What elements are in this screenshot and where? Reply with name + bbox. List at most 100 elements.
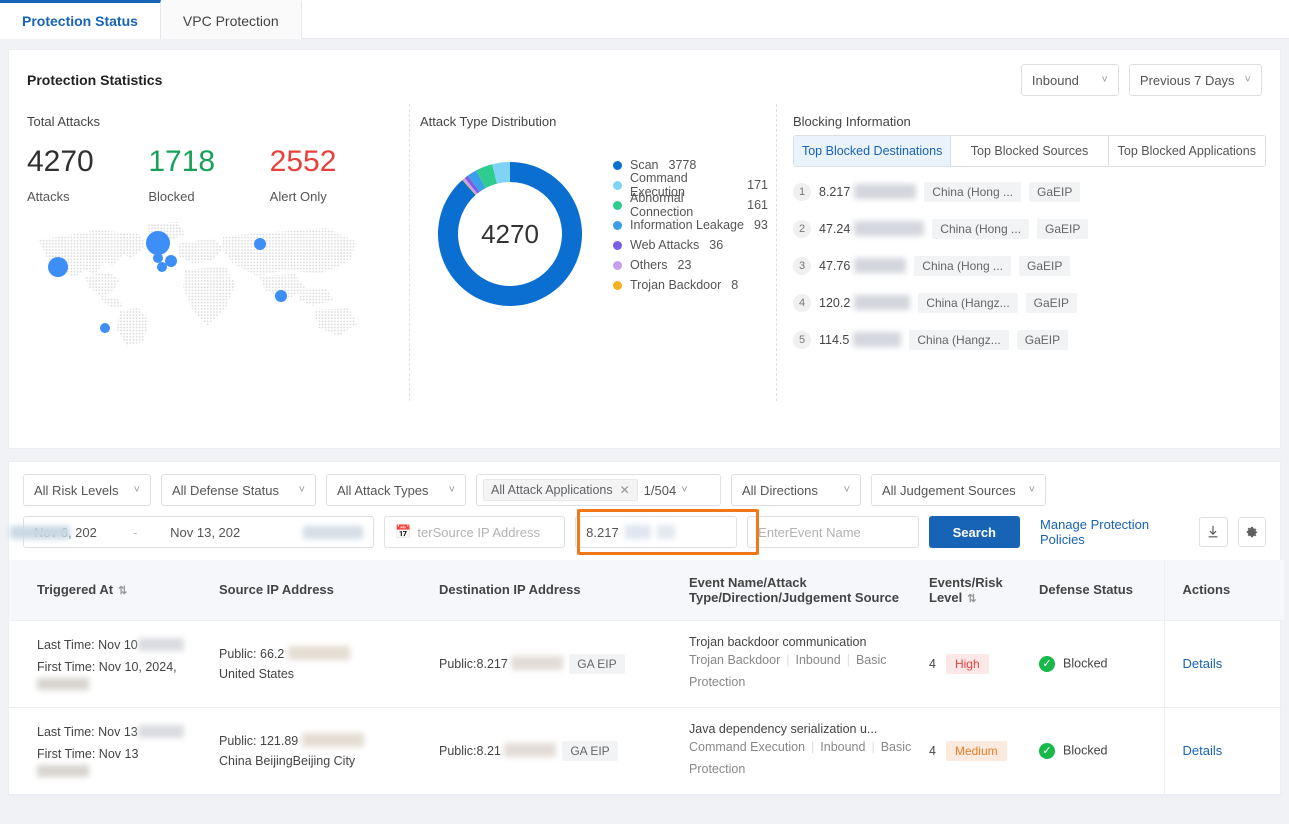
legend-item-value: 23 <box>677 258 692 272</box>
world-map-svg <box>27 218 377 346</box>
attack-type-distribution-panel: Attack Type Distribution 4270 Scan 3778 Co… <box>409 104 777 401</box>
tab-vpc-protection[interactable]: VPC Protection <box>160 0 302 39</box>
col-source-ip-label: Source IP Address <box>219 582 334 598</box>
details-link[interactable]: Details <box>1183 656 1223 671</box>
direction-filter-select[interactable]: Inbound ˅ <box>1020 64 1119 96</box>
blocking-row[interactable]: 5 114.5 China (Hangz... GaEIP <box>793 321 1266 358</box>
blocking-row[interactable]: 1 8.217 China (Hong ... GaEIP <box>793 173 1266 210</box>
legend-item-label: Scan <box>630 158 659 172</box>
destination-ip-value: Public:8.217 <box>439 657 512 671</box>
col-event-name: Event Name/Attack Type/Direction/Judgeme… <box>689 560 929 621</box>
search-button[interactable]: Search <box>928 516 1021 548</box>
blocking-row[interactable]: 3 47.76 China (Hong ... GaEIP <box>793 247 1266 284</box>
cell-source-ip: Public: 66.2 United States <box>219 620 439 708</box>
settings-button[interactable] <box>1237 517 1267 547</box>
cell-destination-ip: Public:8.21 GA EIP <box>439 707 689 795</box>
source-ip-value: Public: 121.89 <box>219 733 439 748</box>
events-count: 4 <box>929 743 936 758</box>
date-range-separator: - <box>132 524 138 540</box>
attack-applications-chip-label: All Attack Applications <box>491 483 613 497</box>
page-title: Protection Statistics <box>27 72 163 88</box>
attack-applications-chip[interactable]: All Attack Applications ✕ <box>483 479 638 501</box>
attack-applications-select[interactable]: All Attack Applications ✕ 1/504 ˅ <box>476 474 721 506</box>
tab-top-blocked-sources[interactable]: Top Blocked Sources <box>951 136 1109 166</box>
attack-applications-pager[interactable]: 1/504 ˅ <box>644 483 692 498</box>
cell-events-risk: 4 Medium <box>929 707 1039 795</box>
sort-icon[interactable]: ⇅ <box>967 593 976 605</box>
table-header: Triggered At ⇅ Source IP Address Destinat… <box>9 560 1284 621</box>
chevron-down-icon: ˅ <box>448 483 455 496</box>
directions-select[interactable]: All Directions ˅ <box>731 474 861 506</box>
details-link[interactable]: Details <box>1183 743 1223 758</box>
col-events-risk-level[interactable]: Events/Risk Level ⇅ <box>929 560 1039 621</box>
map-dot <box>146 231 170 255</box>
gear-icon <box>1247 526 1258 537</box>
cell-actions: Details <box>1163 707 1284 795</box>
source-ip-input[interactable]: 📅 terSource IP Address <box>384 516 566 548</box>
legend-item-others[interactable]: Others 23 <box>613 255 768 275</box>
close-icon[interactable]: ✕ <box>620 483 630 497</box>
date-range-picker[interactable]: Nov 6, 202 - Nov 13, 202 <box>9 516 375 548</box>
directions-value: All Directions <box>742 482 818 498</box>
risk-level-badge: High <box>945 653 989 674</box>
cell-defense-status: ✓ Blocked <box>1039 707 1164 795</box>
legend-color-dot <box>613 180 622 190</box>
legend-item-information-leakage[interactable]: Information Leakage 93 <box>613 215 768 235</box>
table-row[interactable]: Last Time: Nov 13 First Time: Nov 13 Publi… <box>9 707 1284 795</box>
manage-protection-policies-link[interactable]: Manage Protection Policies <box>1040 517 1189 547</box>
blocking-row[interactable]: 2 47.24 China (Hong ... GaEIP <box>793 210 1266 247</box>
table-row[interactable]: Last Time: Nov 10 First Time: Nov 10, 202… <box>9 620 1284 708</box>
date-range-end: Nov 13, 202 <box>170 524 241 540</box>
cell-event-name: Java dependency serialization u... Comman… <box>689 707 929 795</box>
source-geo: United States <box>219 667 295 681</box>
col-actions: Actions <box>1163 560 1284 621</box>
blocking-ip: 47.76 <box>819 258 851 273</box>
judgement-sources-select[interactable]: All Judgement Sources ˅ <box>871 474 1046 506</box>
legend-item-web-attacks[interactable]: Web Attacks 36 <box>613 235 768 255</box>
chevron-down-icon: ˅ <box>681 483 688 496</box>
cell-destination-ip: Public:8.217 GA EIP <box>439 620 689 708</box>
time-range-select[interactable]: Previous 7 Days ˅ <box>1128 64 1262 96</box>
chevron-down-icon: ˅ <box>298 483 305 496</box>
map-dot <box>48 257 68 277</box>
defense-status-select[interactable]: All Defense Status ˅ <box>161 474 316 506</box>
destination-ip-input[interactable]: 8.217 <box>575 516 738 548</box>
legend-item-label: Web Attacks <box>630 238 700 252</box>
time-range-value: Previous 7 Days <box>1139 72 1235 88</box>
blocking-rank: 2 <box>793 219 811 238</box>
blocking-row[interactable]: 4 120.2 China (Hangz... GaEIP <box>793 284 1266 321</box>
blocking-region: China (Hong ... <box>924 181 1021 202</box>
tab-top-blocked-destinations[interactable]: Top Blocked Destinations <box>794 136 952 166</box>
filter-row-2: Nov 6, 202 - Nov 13, 202 📅 terSource IP … <box>9 509 1267 555</box>
col-defense-status-label: Defense Status <box>1039 582 1133 598</box>
sort-icon[interactable]: ⇅ <box>118 585 127 597</box>
risk-levels-select[interactable]: All Risk Levels ˅ <box>23 474 151 506</box>
tab-protection-status[interactable]: Protection Status <box>0 0 161 39</box>
attack-events-card: All Risk Levels ˅ All Defense Status ˅ A… <box>8 461 1284 796</box>
legend-item-label: Others <box>630 258 668 272</box>
event-meta: Trojan Backdoor | Inbound | Basic Protection <box>689 652 887 689</box>
col-destination-ip: Destination IP Address <box>439 560 689 621</box>
redacted-block <box>854 258 907 273</box>
tab-vpc-protection-label: VPC Protection <box>182 13 279 29</box>
blocking-region: China (Hong ... <box>932 218 1029 239</box>
col-triggered-at[interactable]: Triggered At ⇅ <box>9 560 219 621</box>
legend-item-value: 36 <box>709 238 724 252</box>
attack-types-select[interactable]: All Attack Types ˅ <box>326 474 466 506</box>
attack-type-donut: 4270 <box>425 149 595 319</box>
map-dot <box>165 255 177 267</box>
tab-top-blocked-sources-label: Top Blocked Sources <box>970 144 1089 158</box>
event-name-input[interactable]: EnterEvent Name <box>747 516 919 548</box>
risk-levels-value: All Risk Levels <box>34 482 119 498</box>
tab-top-blocked-applications-label: Top Blocked Applications <box>1117 144 1256 158</box>
tab-top-blocked-destinations-label: Top Blocked Destinations <box>801 144 943 158</box>
col-event-name-line2: Type/Direction/Judgement Source <box>689 589 899 605</box>
legend-item-trojan-backdoor[interactable]: Trojan Backdoor 8 <box>613 275 768 295</box>
counter-attacks-value: 4270 <box>27 145 94 178</box>
tab-top-blocked-applications[interactable]: Top Blocked Applications <box>1108 136 1265 166</box>
legend-color-dot <box>613 280 622 290</box>
download-button[interactable] <box>1199 517 1228 547</box>
col-events-risk-line1: Events/Risk <box>929 574 1003 590</box>
blocking-rows: 1 8.217 China (Hong ... GaEIP 2 47.24 China (H… <box>793 173 1266 358</box>
legend-item-abnormal-connection[interactable]: Abnormal Connection 161 <box>613 191 768 219</box>
